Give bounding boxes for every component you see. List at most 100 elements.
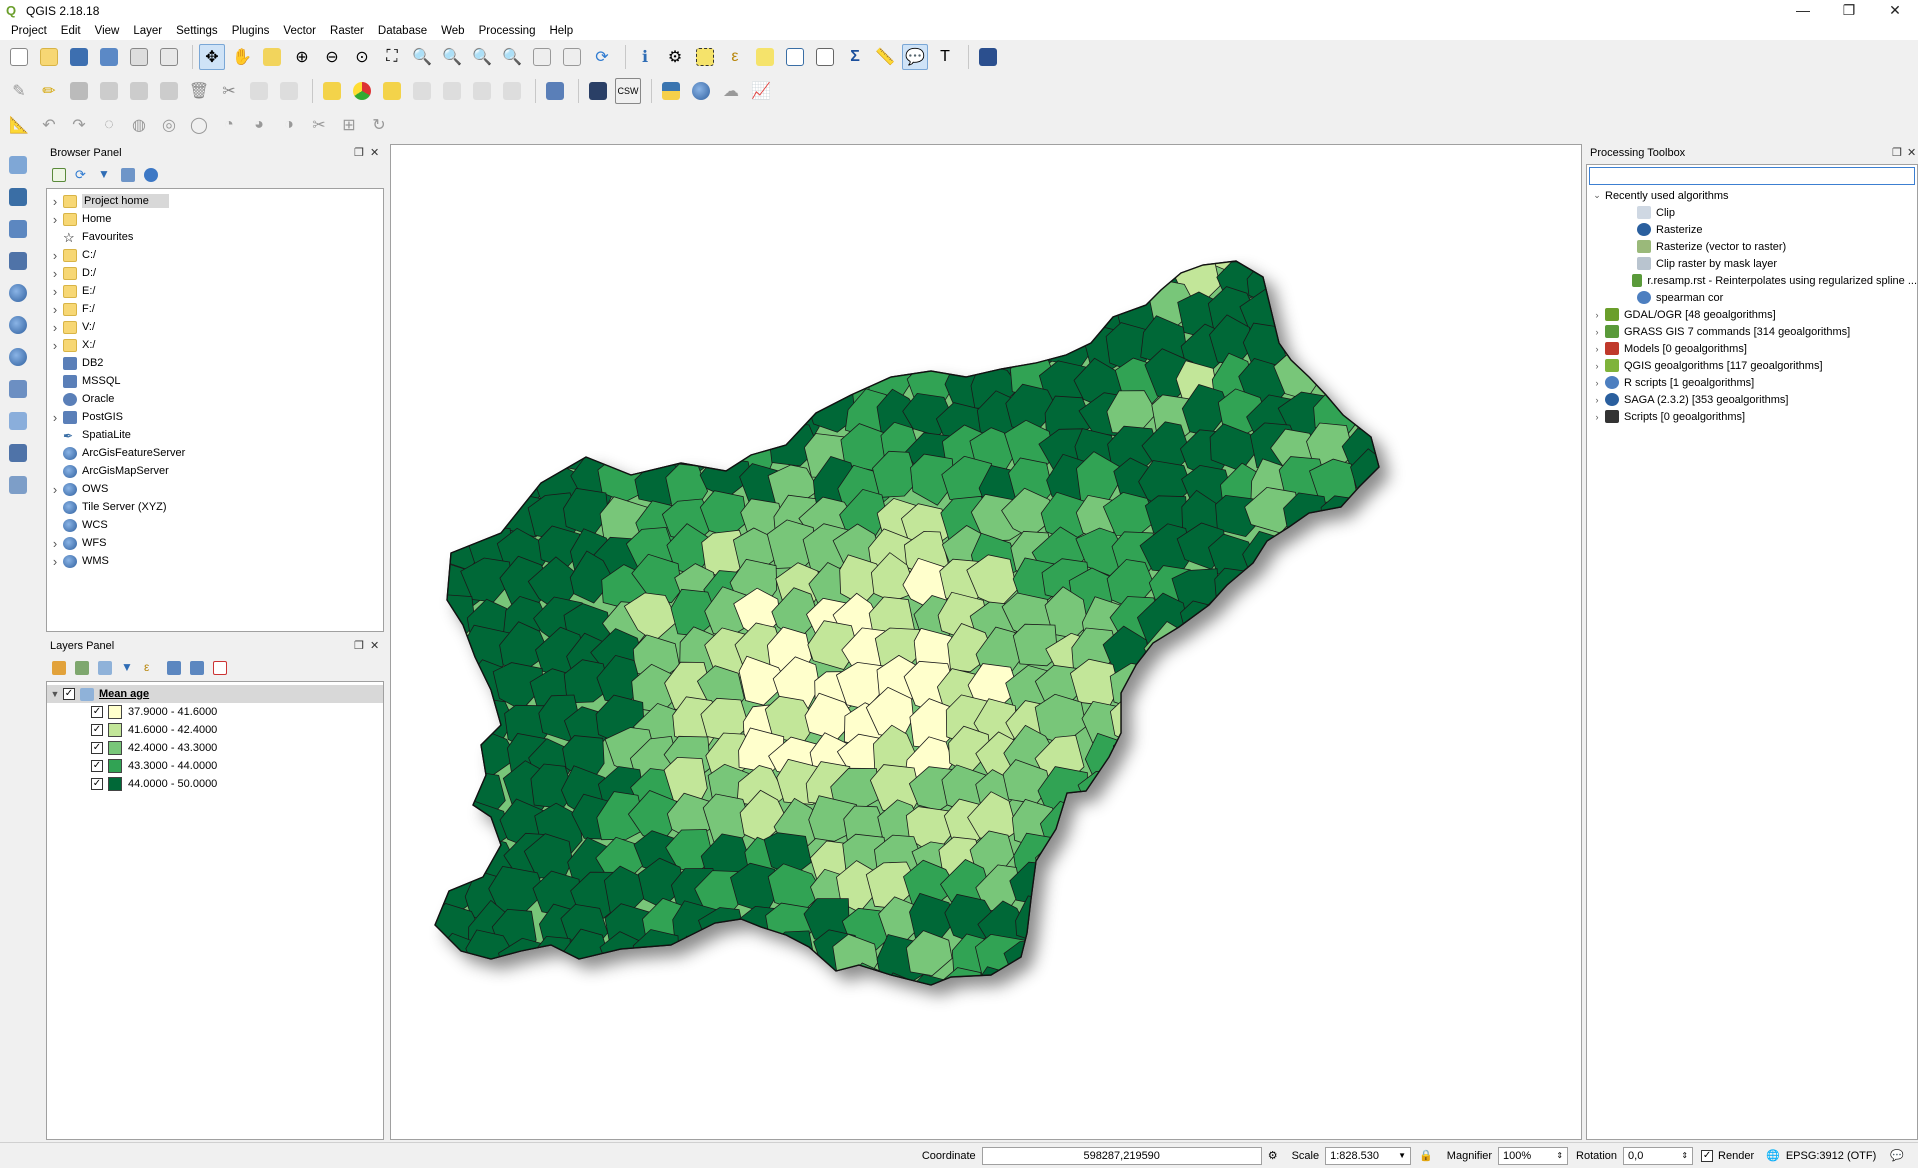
- print-composer-icon[interactable]: [126, 44, 152, 70]
- add-postgis-icon[interactable]: [5, 280, 31, 306]
- add-selected-layers-icon[interactable]: [52, 168, 66, 182]
- browser-item[interactable]: › OWS: [47, 480, 383, 498]
- scale-combobox[interactable]: 1:828.530 ▼: [1325, 1146, 1412, 1165]
- db-manager-icon[interactable]: [542, 78, 568, 104]
- float-panel-icon[interactable]: ❐: [354, 639, 364, 652]
- menu-plugins[interactable]: Plugins: [225, 25, 277, 37]
- profile-chart-icon[interactable]: 📈: [748, 78, 774, 104]
- redo-icon[interactable]: ↷: [66, 112, 92, 138]
- menu-settings[interactable]: Settings: [169, 25, 225, 37]
- remove-layer-icon[interactable]: [213, 661, 227, 675]
- copy-features-icon[interactable]: [246, 78, 272, 104]
- save-project-icon[interactable]: [66, 44, 92, 70]
- identify-icon[interactable]: ℹ: [632, 44, 658, 70]
- expand-arrow-icon[interactable]: ›: [47, 212, 63, 227]
- browser-item[interactable]: › X:/: [47, 336, 383, 354]
- show-bookmarks-icon[interactable]: [559, 44, 585, 70]
- delete-part-icon[interactable]: ◔: [216, 112, 242, 138]
- map-canvas[interactable]: [390, 144, 1582, 1140]
- legend-class-row[interactable]: ✓ 41.6000 - 42.4000: [47, 721, 383, 739]
- legend-class-row[interactable]: ✓ 44.0000 - 50.0000: [47, 775, 383, 793]
- add-wfs-icon[interactable]: [5, 344, 31, 370]
- browser-item[interactable]: › WMS: [47, 552, 383, 570]
- collapse-arrow-icon[interactable]: ▼: [47, 689, 63, 699]
- undo-icon[interactable]: ↶: [36, 112, 62, 138]
- expand-arrow-icon[interactable]: ›: [1589, 310, 1605, 320]
- menu-layer[interactable]: Layer: [126, 25, 169, 37]
- expand-arrow-icon[interactable]: ›: [47, 536, 63, 551]
- georeferencer-icon[interactable]: [688, 78, 714, 104]
- float-panel-icon[interactable]: ❐: [354, 146, 364, 159]
- browser-item[interactable]: › E:/: [47, 282, 383, 300]
- expand-all-icon[interactable]: [167, 661, 181, 675]
- legend-class-row[interactable]: ✓ 42.4000 - 43.3000: [47, 739, 383, 757]
- add-vector-layer-icon[interactable]: [5, 152, 31, 178]
- filter-legend-icon[interactable]: ▼: [121, 661, 135, 675]
- change-label-icon[interactable]: [499, 78, 525, 104]
- add-ring-icon[interactable]: ◌: [96, 112, 122, 138]
- processing-search-input[interactable]: [1589, 167, 1915, 185]
- text-annotation-icon[interactable]: T: [932, 44, 958, 70]
- browser-item[interactable]: › PostGIS: [47, 408, 383, 426]
- metasearch-icon[interactable]: [585, 78, 611, 104]
- toggle-extents-icon[interactable]: ⚙: [1268, 1149, 1278, 1162]
- add-wcs-icon[interactable]: [5, 376, 31, 402]
- browser-item[interactable]: › WFS: [47, 534, 383, 552]
- expand-arrow-icon[interactable]: ›: [47, 284, 63, 299]
- class-visibility-checkbox[interactable]: ✓: [91, 760, 103, 772]
- browser-item[interactable]: › F:/: [47, 300, 383, 318]
- menu-edit[interactable]: Edit: [54, 25, 88, 37]
- layer-visibility-checkbox[interactable]: ✓: [63, 688, 75, 700]
- python-console-icon[interactable]: [658, 78, 684, 104]
- class-visibility-checkbox[interactable]: ✓: [91, 778, 103, 790]
- close-panel-icon[interactable]: ✕: [1907, 146, 1916, 159]
- processing-tree-item[interactable]: › R scripts [1 geoalgorithms]: [1587, 374, 1917, 391]
- add-wms-icon[interactable]: [5, 312, 31, 338]
- expand-arrow-icon[interactable]: ›: [47, 482, 63, 497]
- open-styling-icon[interactable]: [52, 661, 66, 675]
- zoom-in-icon[interactable]: ⊕: [289, 44, 315, 70]
- zoom-selection-icon[interactable]: 🔍: [409, 44, 435, 70]
- coordinate-field[interactable]: 598287,219590: [981, 1146, 1262, 1165]
- pan-to-selection-icon[interactable]: [259, 44, 285, 70]
- show-hide-labels-icon[interactable]: [409, 78, 435, 104]
- processing-tree-item[interactable]: › GDAL/OGR [48 geoalgorithms]: [1587, 306, 1917, 323]
- filter-expression-icon[interactable]: ε: [144, 661, 158, 675]
- render-checkbox[interactable]: ✓: [1701, 1149, 1714, 1162]
- collapse-all-icon[interactable]: [121, 168, 135, 182]
- node-tool-icon[interactable]: [156, 78, 182, 104]
- rotate-label-icon[interactable]: [469, 78, 495, 104]
- add-delimited-text-icon[interactable]: [5, 216, 31, 242]
- help-icon[interactable]: [975, 44, 1001, 70]
- browser-item[interactable]: › Home: [47, 210, 383, 228]
- new-project-icon[interactable]: [6, 44, 32, 70]
- class-visibility-checkbox[interactable]: ✓: [91, 706, 103, 718]
- move-label-icon[interactable]: [439, 78, 465, 104]
- messages-icon[interactable]: 💬: [1890, 1149, 1904, 1162]
- collapse-all-icon[interactable]: [190, 661, 204, 675]
- offset-curve-icon[interactable]: ◑: [276, 112, 302, 138]
- save-as-icon[interactable]: [96, 44, 122, 70]
- processing-tree-item[interactable]: › Scripts [0 geoalgorithms]: [1587, 408, 1917, 425]
- zoom-full-icon[interactable]: ⛶: [379, 44, 405, 70]
- filter-icon[interactable]: ▼: [98, 168, 112, 182]
- minimize-button[interactable]: —: [1780, 0, 1826, 22]
- menu-web[interactable]: Web: [434, 25, 471, 37]
- float-panel-icon[interactable]: ❐: [1892, 146, 1902, 159]
- browser-item[interactable]: ☆ Favourites: [47, 228, 383, 246]
- rotation-spinbox[interactable]: 0,0 ⇕: [1623, 1146, 1694, 1165]
- processing-tree-item[interactable]: ⌄ Recently used algorithms: [1587, 187, 1917, 204]
- zoom-layer-icon[interactable]: 🔍: [439, 44, 465, 70]
- run-feature-action-icon[interactable]: ⚙: [662, 44, 688, 70]
- fill-ring-icon[interactable]: ◎: [156, 112, 182, 138]
- delete-selected-icon[interactable]: 🗑: [186, 78, 212, 104]
- lock-scale-icon[interactable]: 🔒: [1419, 1149, 1433, 1162]
- expand-arrow-icon[interactable]: ›: [47, 266, 63, 281]
- zoom-out-icon[interactable]: ⊖: [319, 44, 345, 70]
- browser-item[interactable]: › V:/: [47, 318, 383, 336]
- browser-item[interactable]: ✒ SpatiaLite: [47, 426, 383, 444]
- merge-features-icon[interactable]: ⊞: [336, 112, 362, 138]
- browser-item[interactable]: Tile Server (XYZ): [47, 498, 383, 516]
- statistics-sum-icon[interactable]: Σ: [842, 44, 868, 70]
- layer-row-mean-age[interactable]: ▼ ✓ Mean age: [47, 685, 383, 703]
